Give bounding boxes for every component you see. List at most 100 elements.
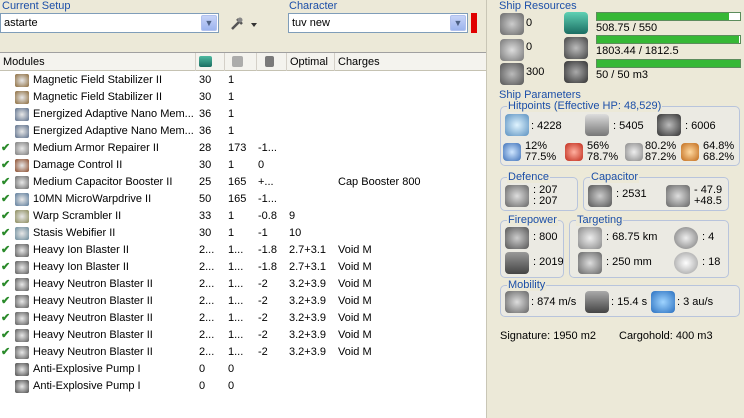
module-row[interactable]: ✔ Medium Armor Repairer II 28 173 -1... <box>0 140 486 157</box>
cap-recharge-icon <box>666 185 690 207</box>
online-check-icon[interactable]: ✔ <box>1 327 11 344</box>
module-cap-use: -1... <box>258 142 277 154</box>
module-row[interactable]: Magnetic Field Stabilizer II 30 1 <box>0 89 486 106</box>
column-charges[interactable]: Charges <box>335 53 486 71</box>
current-setup-label: Current Setup <box>2 0 71 12</box>
module-row[interactable]: ✔ Stasis Webifier II 30 1 -1 10 <box>0 225 486 242</box>
character-status-indicator <box>471 13 477 33</box>
modules-header: Modules Optimal Charges <box>0 53 486 71</box>
targeting-label: Targeting <box>576 214 624 226</box>
column-powergrid[interactable] <box>225 53 257 71</box>
online-check-icon[interactable]: ✔ <box>1 344 11 361</box>
module-row[interactable]: ✔ Heavy Neutron Blaster II 2... 1... -2 3.2+3… <box>0 327 486 344</box>
module-optimal: 10 <box>289 227 302 239</box>
drone-bay-text: 50 / 50 m3 <box>596 69 648 81</box>
firepower-label: Firepower <box>507 214 558 226</box>
module-powergrid: 1... <box>228 312 244 324</box>
module-row[interactable]: Energized Adaptive Nano Mem... 36 1 <box>0 106 486 123</box>
online-check-icon[interactable]: ✔ <box>1 310 11 327</box>
column-capacitor-use[interactable] <box>257 53 287 71</box>
module-cap-use <box>258 89 286 106</box>
warp-speed: : 3 au/s <box>677 296 714 308</box>
module-row[interactable]: ✔ Heavy Ion Blaster II 2... 1... -1.8 2.7+3.1… <box>0 242 486 259</box>
module-name: Heavy Neutron Blaster II <box>33 312 153 324</box>
module-cpu: 30 <box>199 74 212 86</box>
module-cpu: 30 <box>199 227 212 239</box>
firepower-b: : 2019 <box>533 256 564 268</box>
drone-bay-bar <box>596 59 741 68</box>
module-row[interactable]: ✔ Damage Control II 30 1 0 <box>0 157 486 174</box>
module-optimal <box>289 157 335 174</box>
character-label: Character <box>289 0 338 12</box>
module-cpu: 50 <box>199 193 212 205</box>
kinetic-resist-icon <box>625 143 643 161</box>
module-powergrid: 1 <box>228 108 235 120</box>
module-optimal <box>289 72 335 89</box>
module-optimal <box>289 106 335 123</box>
module-row[interactable]: ✔ Warp Scrambler II 33 1 -0.8 9 <box>0 208 486 225</box>
module-optimal: 2.7+3.1 <box>289 244 327 256</box>
column-optimal[interactable]: Optimal <box>287 53 335 71</box>
module-charges <box>338 89 483 106</box>
module-charges: Cap Booster 800 <box>338 176 421 188</box>
wrench-dropdown-button[interactable] <box>229 16 259 32</box>
module-row[interactable]: ✔ Medium Capacitor Booster II 25 165 +... Cap… <box>0 174 486 191</box>
powergrid-text: 1803.44 / 1812.5 <box>596 45 679 57</box>
defence-panel: Defence : 207 : 207 <box>500 171 578 211</box>
module-icon <box>15 142 29 155</box>
hitpoints-label: Hitpoints (Effective HP: 48,529) <box>507 100 663 112</box>
character-select[interactable]: tuv new ▼ <box>288 13 468 33</box>
defence-b: : 207 <box>533 195 558 207</box>
column-cpu[interactable] <box>196 53 225 71</box>
module-row[interactable]: ✔ 10MN MicroWarpdrive II 50 165 -1... <box>0 191 486 208</box>
module-cap-use: 0 <box>258 159 265 171</box>
column-modules[interactable]: Modules <box>0 53 196 71</box>
online-check-icon[interactable]: ✔ <box>1 191 11 208</box>
module-row[interactable]: ✔ Heavy Neutron Blaster II 2... 1... -2 3.2+3… <box>0 344 486 361</box>
module-name: Warp Scrambler II <box>33 210 122 222</box>
cpu-bar-fill <box>597 13 730 20</box>
kinetic-resist-b: 87.2% <box>645 151 677 163</box>
module-optimal <box>289 123 335 140</box>
module-name: Magnetic Field Stabilizer II <box>33 91 162 103</box>
module-row[interactable]: Energized Adaptive Nano Mem... 36 1 <box>0 123 486 140</box>
online-check-icon[interactable]: ✔ <box>1 208 11 225</box>
online-check-icon[interactable]: ✔ <box>1 225 11 242</box>
module-cap-use <box>258 106 286 123</box>
module-powergrid: 1 <box>228 74 235 86</box>
module-charges <box>338 140 483 157</box>
capacitor-icon <box>588 185 612 207</box>
module-row[interactable]: ✔ Heavy Neutron Blaster II 2... 1... -2 3.2+3… <box>0 276 486 293</box>
module-row[interactable]: ✔ Heavy Neutron Blaster II 2... 1... -2 3.2+3… <box>0 293 486 310</box>
module-charges <box>338 378 483 395</box>
module-cap-use <box>258 361 286 378</box>
module-cap-use: -2 <box>258 312 268 324</box>
chevron-down-icon[interactable]: ▼ <box>450 15 466 31</box>
module-row[interactable]: Anti-Explosive Pump I 0 0 <box>0 361 486 378</box>
shield-hp: : 4228 <box>531 120 562 132</box>
online-check-icon[interactable]: ✔ <box>1 174 11 191</box>
firepower-a: : 800 <box>533 231 558 243</box>
setup-select[interactable]: astarte ▼ <box>0 13 219 33</box>
online-check-icon[interactable]: ✔ <box>1 293 11 310</box>
online-check-icon[interactable]: ✔ <box>1 259 11 276</box>
online-check-icon[interactable]: ✔ <box>1 140 11 157</box>
module-row[interactable]: ✔ Heavy Ion Blaster II 2... 1... -1.8 2.7+3.1… <box>0 259 486 276</box>
module-row[interactable]: Magnetic Field Stabilizer II 30 1 <box>0 72 486 89</box>
module-icon <box>15 244 29 257</box>
module-row[interactable]: Anti-Explosive Pump I 0 0 <box>0 378 486 395</box>
online-check-icon[interactable]: ✔ <box>1 276 11 293</box>
modules-list[interactable]: Modules Optimal Charges Magnetic Field S… <box>0 52 486 418</box>
chevron-down-icon[interactable]: ▼ <box>201 15 217 31</box>
module-row[interactable]: ✔ Heavy Neutron Blaster II 2... 1... -2 3.2+3… <box>0 310 486 327</box>
max-targets-icon <box>674 227 698 249</box>
online-check-icon[interactable]: ✔ <box>1 242 11 259</box>
max-targets: : 4 <box>702 231 715 243</box>
module-cap-use: +... <box>258 176 274 188</box>
module-optimal <box>289 174 335 191</box>
module-powergrid: 1... <box>228 295 244 307</box>
module-name: Magnetic Field Stabilizer II <box>33 74 162 86</box>
setup-value: astarte <box>4 17 38 29</box>
module-cap-use: -1 <box>258 227 268 239</box>
online-check-icon[interactable]: ✔ <box>1 157 11 174</box>
